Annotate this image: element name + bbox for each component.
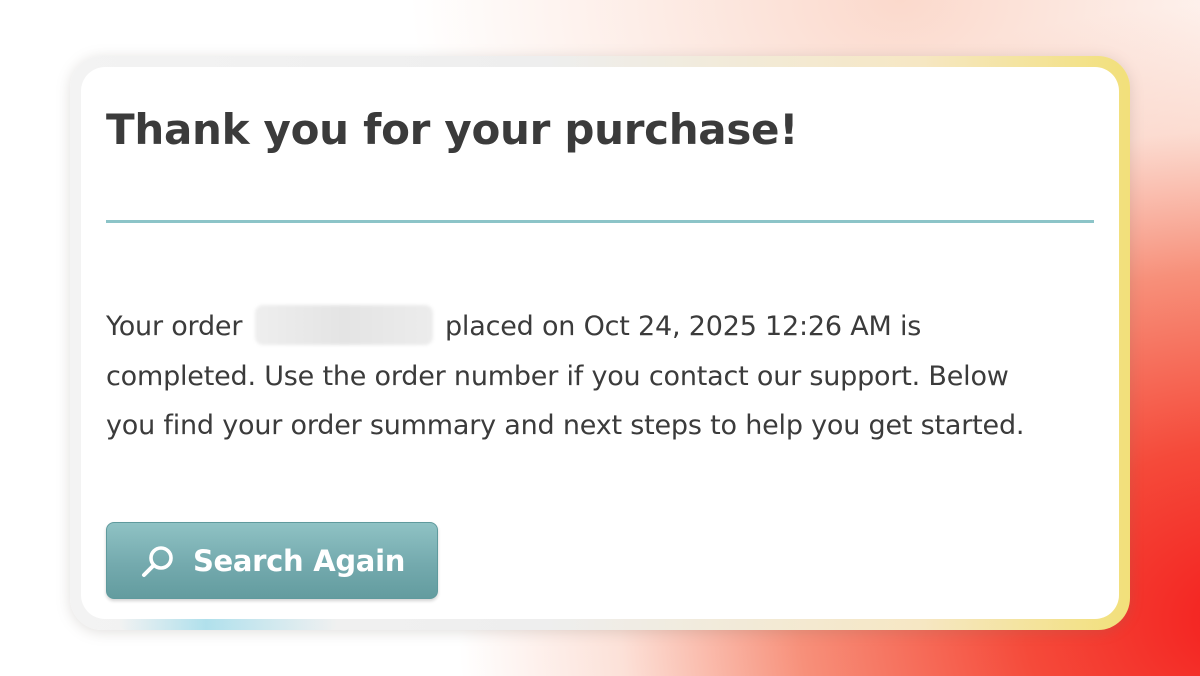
- message-body: placed on Oct 24, 2025 12:26 AM is compl…: [106, 311, 1025, 441]
- title-divider: [106, 220, 1094, 223]
- order-confirmation-card: Thank you for your purchase! Your order …: [81, 67, 1119, 619]
- search-again-button[interactable]: Search Again: [106, 522, 438, 599]
- search-icon: [139, 542, 177, 580]
- order-number-redacted: [254, 304, 433, 345]
- search-again-label: Search Again: [192, 543, 406, 578]
- confirmation-message: Your order placed on Oct 24, 2025 12:26 …: [106, 302, 1066, 451]
- page-title: Thank you for your purchase!: [106, 105, 799, 154]
- message-intro: Your order: [106, 311, 243, 342]
